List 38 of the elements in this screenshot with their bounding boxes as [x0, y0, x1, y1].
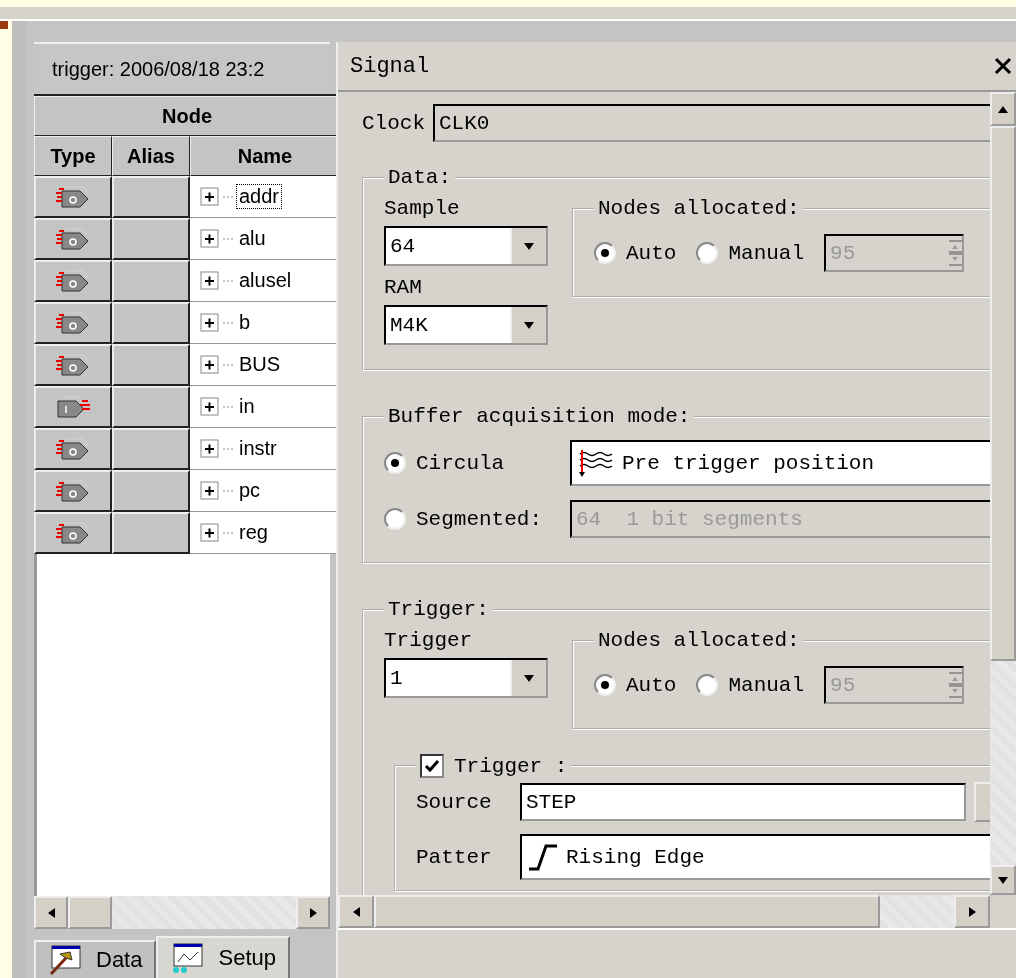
node-name[interactable]: addr: [236, 184, 283, 209]
radio-label: Segmented:: [416, 507, 543, 531]
node-name[interactable]: reg: [236, 520, 271, 545]
radio-label: Auto: [626, 241, 677, 265]
field-label: Trigger: [384, 629, 474, 652]
group-label: Nodes allocated:: [597, 197, 801, 220]
radio-label: Auto: [626, 673, 677, 697]
group-label: Trigger:: [387, 598, 490, 621]
node-name[interactable]: b: [236, 310, 254, 335]
field-label: Clock: [362, 111, 425, 135]
node-name[interactable]: BUS: [236, 352, 284, 377]
field-label: RAM: [384, 276, 423, 299]
column-header[interactable]: Alias: [112, 136, 190, 176]
source-field[interactable]: STEP: [520, 783, 966, 821]
group-label: Data:: [387, 166, 452, 189]
node-name[interactable]: alu: [236, 226, 269, 251]
position-dropdown[interactable]: Pre trigger position: [570, 440, 990, 486]
column-header[interactable]: Type: [34, 136, 112, 176]
radio-label: Circula: [416, 451, 505, 475]
radio-label: Manual: [728, 673, 805, 697]
field-label: Sample: [384, 197, 461, 220]
node-name[interactable]: instr: [236, 436, 280, 461]
field-label: Source: [416, 790, 493, 814]
clock-field[interactable]: CLK0: [433, 104, 990, 142]
sample-dropdown[interactable]: 64: [384, 226, 548, 266]
ram-dropdown[interactable]: M4K: [384, 305, 548, 345]
pattern-dropdown[interactable]: Rising Edge: [520, 834, 990, 880]
radio-label: Manual: [728, 241, 805, 265]
node-name[interactable]: in: [236, 394, 258, 419]
panel-title: Signal: [350, 53, 430, 79]
tab[interactable]: Setup: [156, 936, 290, 978]
trigger-count-dropdown[interactable]: 1: [384, 658, 548, 698]
checkbox-label: Trigger :: [454, 754, 568, 778]
node-name[interactable]: pc: [236, 478, 264, 503]
field-label: Patter: [416, 845, 493, 869]
tab[interactable]: Data: [34, 940, 157, 978]
group-label: Nodes allocated:: [597, 629, 801, 652]
group-label: Buffer acquisition mode:: [387, 405, 692, 428]
